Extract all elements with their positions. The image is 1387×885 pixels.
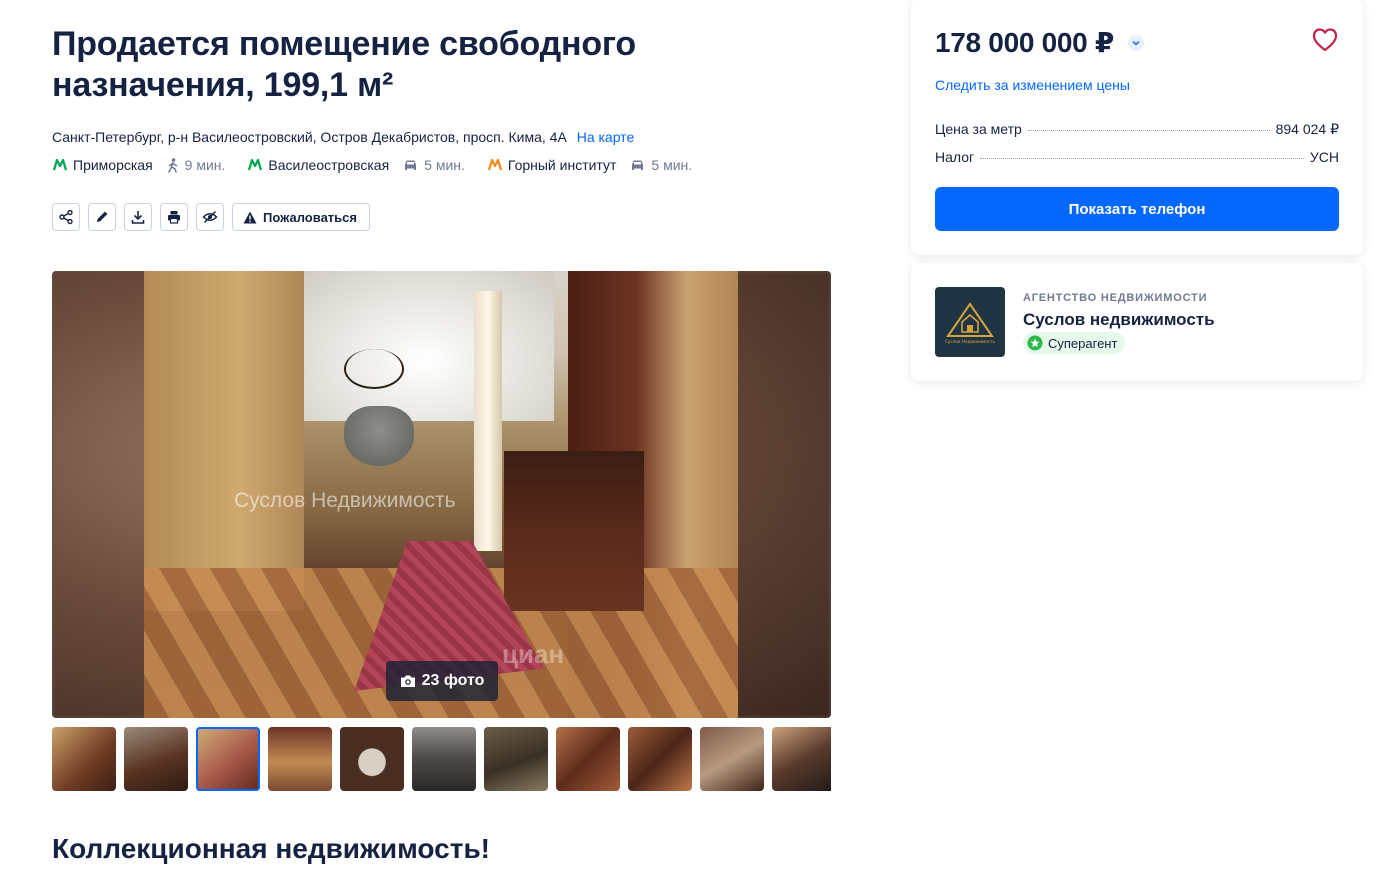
- logo-text: Суслов Недвижимость: [945, 339, 996, 344]
- price: 178 000 000 ₽: [935, 27, 1115, 58]
- dotted-leader: [1027, 130, 1270, 131]
- thumbnail[interactable]: [556, 727, 620, 791]
- photo-elephant-head: [344, 406, 414, 466]
- thumbnail[interactable]: [52, 727, 116, 791]
- favorite-heart-icon[interactable]: [1311, 26, 1339, 54]
- address-text: Санкт-Петербург, р-н Василеостровский, О…: [52, 129, 567, 145]
- print-button[interactable]: [160, 203, 188, 231]
- metro-time-value: 5 мин.: [424, 157, 465, 173]
- car-icon: [632, 160, 644, 170]
- download-icon: [131, 211, 145, 224]
- photo-watermark: Суслов Недвижимость: [234, 489, 456, 512]
- thumbnail[interactable]: [700, 727, 764, 791]
- photo-count-label: 23 фото: [421, 672, 485, 689]
- price-currency-toggle[interactable]: [1128, 34, 1145, 51]
- thumbnail[interactable]: [628, 727, 692, 791]
- photo-site-mark: циан: [502, 639, 565, 669]
- photo-gallery[interactable]: Суслов Недвижимость циан 23 фото: [52, 271, 831, 718]
- complain-label: Пожаловаться: [263, 209, 357, 225]
- metro-item-gorny-institut[interactable]: Горный институт 5 мин.: [487, 157, 692, 173]
- photo-count-button[interactable]: 23 фото: [386, 661, 498, 701]
- chevron-down-icon: [1132, 40, 1140, 46]
- hide-button[interactable]: [196, 203, 224, 231]
- thumbnail[interactable]: [340, 727, 404, 791]
- share-icon: [59, 209, 73, 225]
- metro-name: Приморская: [73, 157, 153, 173]
- photo-wall-left: [144, 271, 304, 611]
- complain-button[interactable]: Пожаловаться: [232, 203, 370, 231]
- metro-icon: [487, 158, 502, 171]
- tax-row: Налог УСН: [935, 149, 1339, 165]
- info-value: 894 024 ₽: [1275, 121, 1339, 137]
- agent-card: Суслов Недвижимость АГЕНТСТВО НЕДВИЖИМОС…: [911, 263, 1363, 381]
- agent-type: АГЕНТСТВО НЕДВИЖИМОСТИ: [1023, 292, 1208, 304]
- metro-time-value: 5 мин.: [651, 157, 693, 173]
- superagent-badge: Суперагент: [1023, 332, 1126, 354]
- photo-ceiling: [294, 271, 554, 421]
- metro-name: Горный институт: [507, 157, 617, 173]
- photo-chandelier: [344, 349, 404, 389]
- edit-button[interactable]: [88, 203, 116, 231]
- map-link[interactable]: На карте: [577, 129, 635, 145]
- watch-price-link[interactable]: Следить за изменением цены: [935, 77, 1130, 93]
- metro-list: Приморская 9 мин. Василеостровская 5 мин…: [52, 157, 714, 173]
- share-button[interactable]: [52, 203, 80, 231]
- agent-name[interactable]: Суслов недвижимость: [1023, 310, 1215, 330]
- star-badge-icon: [1027, 335, 1043, 351]
- thumbnail[interactable]: [772, 727, 831, 791]
- agent-logo[interactable]: Суслов Недвижимость: [935, 287, 1005, 357]
- camera-icon: [400, 675, 415, 687]
- metro-item-vasileostrovskaya[interactable]: Василеостровская 5 мин.: [247, 157, 465, 173]
- thumbnail[interactable]: [484, 727, 548, 791]
- thumbnail[interactable]: [412, 727, 476, 791]
- show-phone-button[interactable]: Показать телефон: [935, 187, 1339, 231]
- metro-name: Василеостровская: [268, 157, 390, 173]
- walk-icon: [167, 157, 177, 173]
- car-icon: [405, 160, 417, 170]
- house-logo-icon: Суслов Недвижимость: [945, 302, 996, 344]
- price-per-meter-row: Цена за метр 894 024 ₽: [935, 121, 1339, 138]
- address: Санкт-Петербург, р-н Василеостровский, О…: [52, 129, 634, 145]
- page-title: Продается помещение свободного назначени…: [52, 25, 637, 104]
- download-button[interactable]: [124, 203, 152, 231]
- pencil-icon: [97, 211, 108, 222]
- photo-bar: [504, 451, 644, 611]
- info-label: Налог: [935, 149, 975, 165]
- price-card: 178 000 000 ₽ Следить за изменением цены…: [911, 0, 1363, 255]
- metro-icon: [248, 158, 263, 171]
- thumbnail-strip: [52, 727, 831, 791]
- metro-time: 9 мин.: [167, 157, 226, 173]
- metro-icon: [52, 158, 68, 171]
- metro-time-value: 9 мин.: [184, 157, 226, 173]
- info-label: Цена за метр: [935, 121, 1022, 137]
- description-title: Коллекционная недвижимость!: [52, 833, 490, 864]
- warning-icon: [243, 211, 257, 223]
- photo-column: [474, 291, 502, 551]
- metro-time: 5 мин.: [630, 157, 692, 173]
- printer-icon: [168, 211, 180, 224]
- metro-item-primorskaya[interactable]: Приморская 9 мин.: [52, 157, 225, 173]
- metro-time: 5 мин.: [403, 157, 465, 173]
- thumbnail[interactable]: [124, 727, 188, 791]
- listing-actions: Пожаловаться: [52, 203, 370, 231]
- info-value: УСН: [1309, 149, 1339, 165]
- superagent-label: Суперагент: [1048, 335, 1118, 351]
- dotted-leader: [980, 158, 1304, 159]
- eye-off-icon: [202, 210, 218, 224]
- thumbnail-active[interactable]: [196, 727, 260, 791]
- thumbnail[interactable]: [268, 727, 332, 791]
- price-row: 178 000 000 ₽: [935, 26, 1145, 59]
